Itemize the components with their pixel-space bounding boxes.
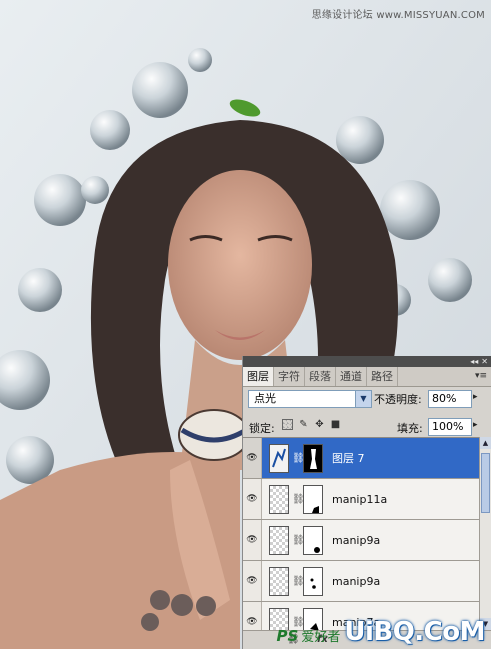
watermark-cn: 爱好者 bbox=[301, 630, 341, 645]
lock-all-icon[interactable]: ■ bbox=[330, 419, 341, 430]
opacity-input[interactable]: 80% bbox=[428, 390, 472, 408]
layer-row[interactable]: 👁 ⛓ 图层 7 bbox=[243, 438, 479, 479]
blend-mode-select[interactable]: 点光 ▼ bbox=[248, 390, 372, 408]
watermark-site: UiBQ.CoM bbox=[344, 617, 485, 647]
layer-row[interactable]: 👁 ⛓ manip9a bbox=[243, 561, 479, 602]
layer-name[interactable]: manip9a bbox=[332, 534, 380, 547]
layer-thumbnail[interactable] bbox=[269, 484, 289, 514]
panel-title-strip: ◂◂ ✕ bbox=[243, 356, 491, 367]
layers-scrollbar[interactable]: ▲ ▼ bbox=[479, 437, 491, 630]
fill-input[interactable]: 100% bbox=[428, 418, 472, 436]
eye-icon[interactable]: 👁 bbox=[243, 602, 262, 631]
layer-row[interactable]: 👁 ⛓ manip9a bbox=[243, 520, 479, 561]
layers-list: 👁 ⛓ 图层 7 👁 ⛓ manip11a 👁 ⛓ manip9a 👁 ⛓ ma… bbox=[243, 437, 479, 631]
watermark-top: 思缘设计论坛 www.MISSYUAN.COM bbox=[311, 10, 485, 21]
chain-link-icon[interactable]: ⛓ bbox=[292, 453, 305, 464]
watermark-ps: PS bbox=[276, 627, 299, 645]
opacity-slider-arrow-icon[interactable]: ▸ bbox=[473, 392, 478, 402]
panel-tabs: 图层 字符 段落 通道 路径 ▾≡ bbox=[243, 367, 491, 387]
chain-link-icon[interactable]: ⛓ bbox=[292, 576, 305, 587]
watermark-bottom: PS 爱好者 UiBQ.CoM bbox=[276, 617, 486, 647]
layer-thumbnail[interactable] bbox=[269, 443, 289, 473]
scroll-up-icon[interactable]: ▲ bbox=[480, 437, 491, 449]
panel-menu-icon[interactable]: ▾≡ bbox=[475, 367, 491, 386]
close-icon[interactable]: ✕ bbox=[481, 356, 488, 367]
layer-name[interactable]: manip9a bbox=[332, 575, 380, 588]
tab-paths[interactable]: 路径 bbox=[367, 367, 398, 386]
lock-move-icon[interactable]: ✥ bbox=[314, 419, 325, 430]
chain-link-icon[interactable]: ⛓ bbox=[292, 494, 305, 505]
collapse-icon[interactable]: ◂◂ bbox=[470, 356, 478, 367]
layers-panel: ◂◂ ✕ 图层 字符 段落 通道 路径 ▾≡ 点光 ▼ 不透明度: 80% ▸ … bbox=[242, 356, 491, 649]
lock-label: 锁定: bbox=[249, 422, 275, 435]
eye-icon[interactable]: 👁 bbox=[243, 479, 262, 519]
chain-link-icon[interactable]: ⛓ bbox=[292, 535, 305, 546]
lock-transparency-icon[interactable] bbox=[282, 419, 293, 430]
fill-slider-arrow-icon[interactable]: ▸ bbox=[473, 420, 478, 430]
eye-icon[interactable]: 👁 bbox=[243, 561, 262, 601]
layer-name[interactable]: 图层 7 bbox=[332, 450, 365, 466]
tab-channels[interactable]: 通道 bbox=[336, 367, 367, 386]
blend-mode-value: 点光 bbox=[254, 392, 276, 405]
eye-icon[interactable]: 👁 bbox=[243, 520, 262, 560]
eye-icon[interactable]: 👁 bbox=[243, 438, 262, 478]
layer-row[interactable]: 👁 ⛓ manip11a bbox=[243, 479, 479, 520]
layer-mask-thumbnail[interactable] bbox=[303, 484, 323, 514]
lock-brush-icon[interactable]: ✎ bbox=[298, 419, 309, 430]
layer-mask-thumbnail[interactable] bbox=[303, 443, 323, 473]
fill-label: 填充: bbox=[397, 422, 423, 435]
opacity-label: 不透明度: bbox=[374, 393, 422, 406]
tab-paragraph[interactable]: 段落 bbox=[305, 367, 336, 386]
layer-thumbnail[interactable] bbox=[269, 566, 289, 596]
lock-options: ✎ ✥ ■ bbox=[282, 419, 341, 430]
layer-mask-thumbnail[interactable] bbox=[303, 525, 323, 555]
layer-mask-thumbnail[interactable] bbox=[303, 566, 323, 596]
layer-name[interactable]: manip11a bbox=[332, 493, 387, 506]
chevron-down-icon[interactable]: ▼ bbox=[355, 391, 371, 407]
layer-thumbnail[interactable] bbox=[269, 525, 289, 555]
tab-layers[interactable]: 图层 bbox=[243, 367, 274, 386]
scroll-thumb[interactable] bbox=[481, 453, 490, 513]
tab-character[interactable]: 字符 bbox=[274, 367, 305, 386]
